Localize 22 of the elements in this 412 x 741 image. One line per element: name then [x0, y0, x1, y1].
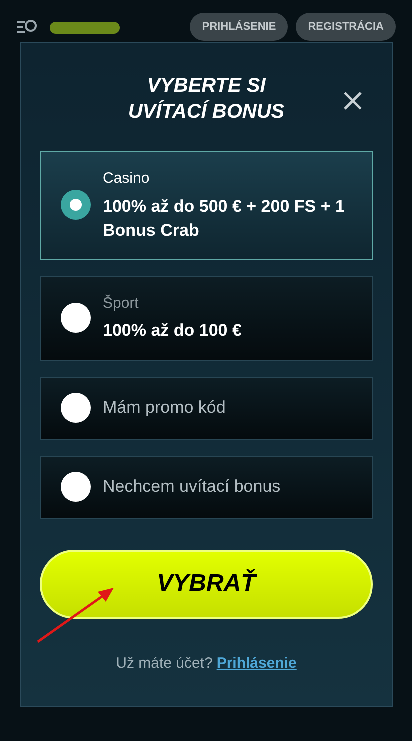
modal-title: VYBERTE SI UVÍTACÍ BONUS — [128, 74, 285, 125]
select-button[interactable]: VYBRAŤ — [40, 550, 373, 618]
login-link[interactable]: Prihlásenie — [216, 652, 297, 675]
radio-button[interactable] — [61, 190, 91, 220]
option-offer: 100% až do 100 € — [103, 320, 242, 342]
radio-button[interactable] — [61, 303, 91, 333]
radio-button[interactable] — [61, 393, 91, 423]
account-question: Už máte účet? — [116, 654, 213, 674]
header-button[interactable]: REGISTRÁCIA — [296, 13, 396, 41]
option-label: Mám promo kód — [103, 397, 226, 420]
bonus-option[interactable]: Nechcem uvítací bonus — [40, 456, 373, 518]
close-icon — [343, 91, 363, 111]
bonus-option[interactable]: Casino 100% až do 500 € + 200 FS + 1 Bonus Crab — [40, 151, 373, 260]
option-category: Casino — [103, 169, 151, 189]
bonus-option[interactable]: Mám promo kód — [40, 376, 373, 440]
radio-button[interactable] — [61, 472, 91, 502]
bonus-option[interactable]: Šport 100% až do 100 € — [40, 276, 373, 360]
header-button[interactable]: PRIHLÁSENIE — [190, 13, 288, 41]
option-category: Šport — [103, 294, 140, 314]
option-label: Nechcem uvítací bonus — [103, 476, 281, 498]
option-offer: 100% až do 500 € + 200 FS + 1 Bonus Crab — [103, 196, 346, 242]
search-menu-icon[interactable] — [16, 19, 38, 35]
